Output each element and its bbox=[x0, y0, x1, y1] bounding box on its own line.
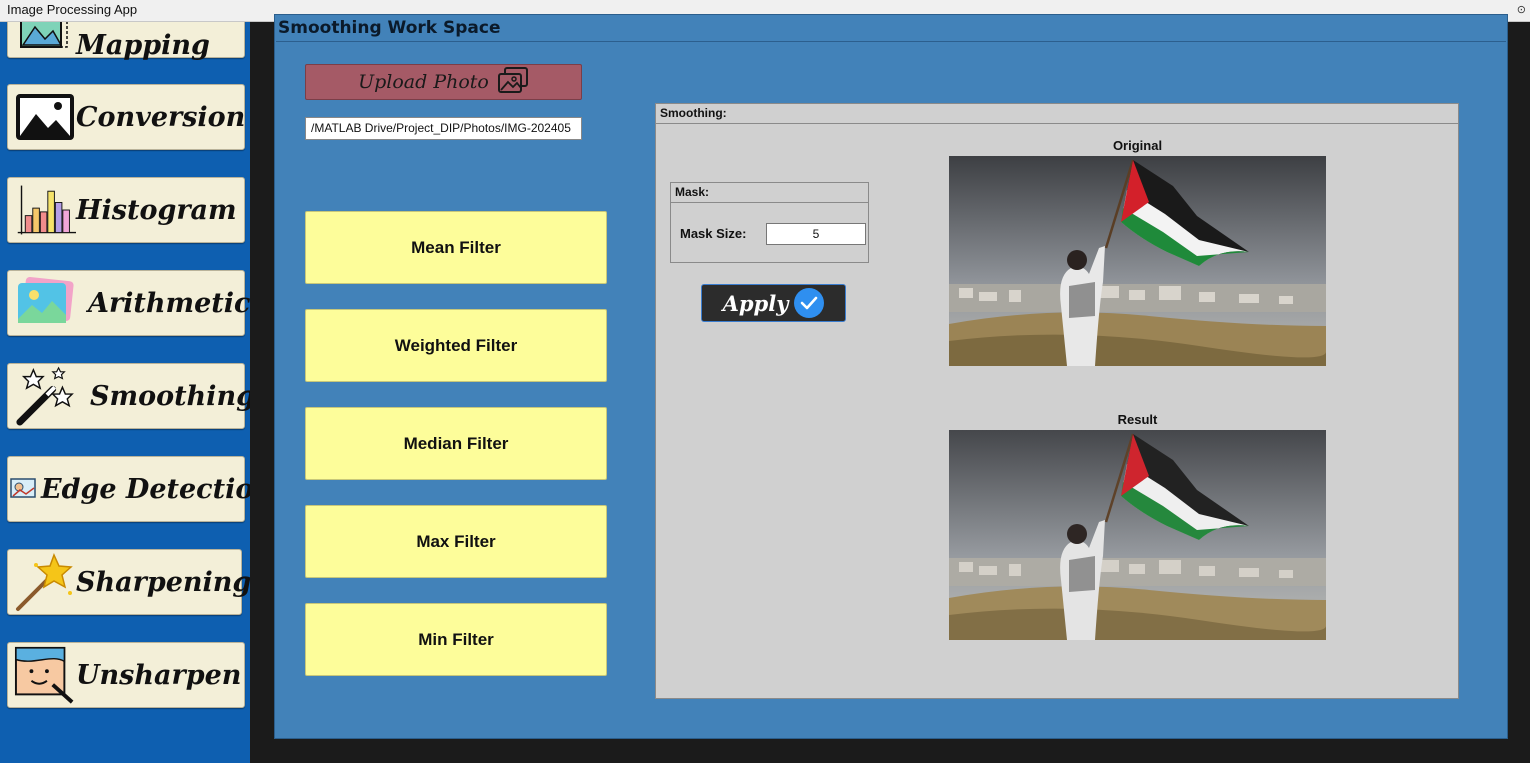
sidebar-item-label: Sharpening bbox=[76, 566, 250, 598]
sidebar-item-conversion[interactable]: Conversion bbox=[7, 84, 245, 150]
apply-button[interactable]: Apply bbox=[701, 284, 846, 322]
upload-photo-button[interactable]: Upload Photo bbox=[305, 64, 582, 100]
sidebar-item-unsharpen[interactable]: Unsharpen bbox=[7, 642, 245, 708]
sidebar-item-label: Unsharpen bbox=[76, 659, 242, 691]
edge-image-icon bbox=[10, 461, 36, 517]
sidebar-item-label: Conversion bbox=[76, 101, 246, 133]
sidebar-item-label: Mapping bbox=[76, 29, 210, 61]
result-image bbox=[949, 430, 1326, 640]
mean-filter-button[interactable]: Mean Filter bbox=[305, 211, 607, 284]
median-filter-button[interactable]: Median Filter bbox=[305, 407, 607, 480]
sidebar: Mapping Conversion Histogram Arithmetic … bbox=[0, 22, 250, 763]
min-filter-button[interactable]: Min Filter bbox=[305, 603, 607, 676]
max-filter-button[interactable]: Max Filter bbox=[305, 505, 607, 578]
apply-label: Apply bbox=[722, 290, 789, 316]
sidebar-item-edge-detection[interactable]: Edge Detection bbox=[7, 456, 250, 522]
sidebar-item-label: Edge Detection bbox=[41, 473, 250, 505]
sidebar-item-label: Arithmetic bbox=[88, 287, 250, 319]
sidebar-item-sharpening[interactable]: Sharpening bbox=[7, 549, 250, 615]
histogram-icon bbox=[14, 182, 76, 238]
check-icon bbox=[794, 288, 825, 318]
sidebar-item-mapping[interactable]: Mapping bbox=[7, 22, 245, 61]
page-title: Smoothing Work Space bbox=[278, 18, 501, 38]
mask-size-input[interactable]: 5 bbox=[766, 223, 866, 245]
mask-group: Mask: Mask Size: 5 bbox=[670, 182, 869, 263]
upload-photo-label: Upload Photo bbox=[358, 71, 489, 93]
smoothing-panel-title: Smoothing: bbox=[656, 104, 1458, 124]
magic-wand-icon bbox=[14, 366, 76, 426]
weighted-filter-button[interactable]: Weighted Filter bbox=[305, 309, 607, 382]
photos-icon bbox=[14, 275, 76, 331]
mask-size-label: Mask Size: bbox=[680, 226, 747, 241]
sidebar-item-histogram[interactable]: Histogram bbox=[7, 177, 245, 243]
face-wand-icon bbox=[14, 646, 76, 704]
sidebar-item-arithmetic[interactable]: Arithmetic bbox=[7, 270, 250, 336]
divider bbox=[276, 41, 1506, 42]
sidebar-item-smoothing[interactable]: Smoothing bbox=[7, 363, 250, 429]
mask-group-title: Mask: bbox=[671, 183, 868, 203]
photo-upload-icon bbox=[497, 66, 529, 99]
result-label: Result bbox=[1117, 412, 1158, 427]
file-path-field[interactable]: /MATLAB Drive/Project_DIP/Photos/IMG-202… bbox=[305, 117, 582, 140]
original-image bbox=[949, 156, 1326, 366]
original-label: Original bbox=[1112, 138, 1163, 153]
smoothing-panel: Smoothing: Mask: Mask Size: 5 Apply Orig… bbox=[655, 103, 1459, 699]
pin-icon[interactable]: ⊙ bbox=[1517, 3, 1526, 16]
sidebar-item-label: Histogram bbox=[76, 194, 237, 226]
mapping-icon bbox=[14, 22, 76, 53]
sidebar-item-label: Smoothing bbox=[90, 380, 250, 412]
star-wand-icon bbox=[14, 553, 76, 611]
window-title: Image Processing App bbox=[7, 2, 138, 17]
image-icon bbox=[14, 89, 76, 145]
